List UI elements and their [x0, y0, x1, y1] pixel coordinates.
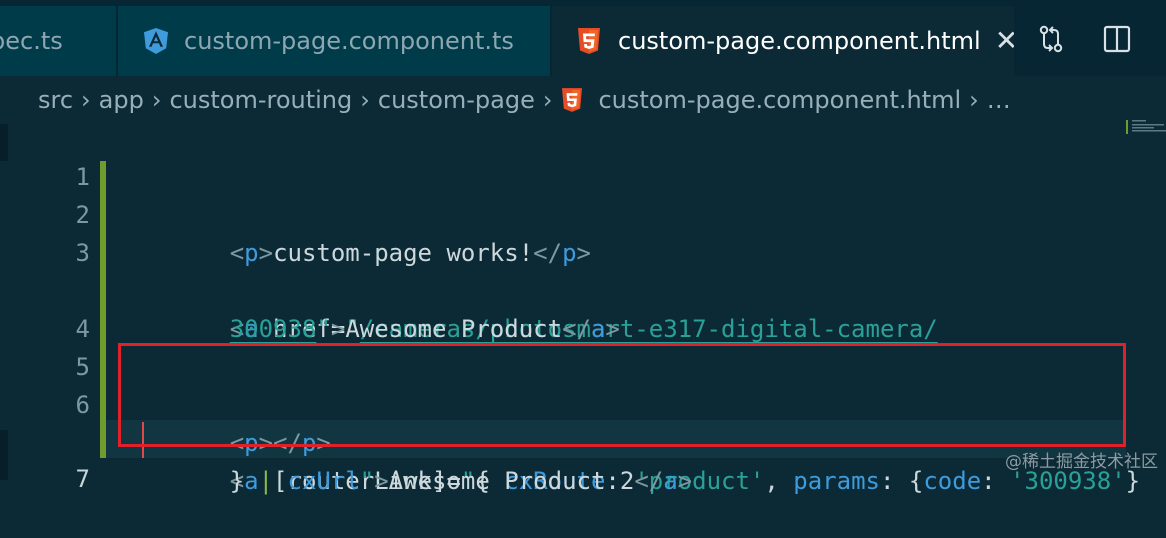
watermark: @稀土掘金技术社区 — [1005, 452, 1158, 472]
code-line: 2 — [0, 158, 1120, 229]
chevron-right-icon: › — [542, 86, 553, 114]
split-editor-icon[interactable] — [1102, 24, 1132, 54]
breadcrumb-item-app[interactable]: app — [99, 86, 144, 114]
pipe-operator: | — [258, 467, 274, 495]
breadcrumb-item-more[interactable]: … — [987, 86, 1011, 114]
tab-label: custom-page.component.html — [618, 27, 981, 55]
minimap[interactable] — [1126, 118, 1166, 138]
code-editor[interactable]: 1 <p>custom-page works!</p> 2 3 <a href=… — [0, 120, 1166, 495]
code-line: 1 <p>custom-page works!</p> — [0, 120, 1120, 267]
object-key: code — [923, 467, 982, 495]
tag-name: a — [663, 467, 678, 495]
tag-bracket: > — [374, 467, 389, 495]
tab-bar: pec.ts custom-page.component.ts custom-p… — [0, 0, 1166, 76]
pipe-name: cxUrl — [287, 467, 360, 495]
tab-component-ts[interactable]: custom-page.component.ts — [118, 6, 550, 76]
text-content: Awesome Product 2 — [388, 467, 635, 495]
annotation-highlight-box — [118, 343, 1126, 447]
chevron-right-icon: › — [360, 86, 370, 114]
tag-bracket: </ — [634, 467, 664, 495]
breadcrumb-item-custom-routing[interactable]: custom-routing — [169, 86, 352, 114]
chevron-right-icon: › — [151, 86, 162, 114]
html5-icon — [578, 28, 600, 54]
tab-label: pec.ts — [0, 27, 63, 55]
chevron-right-icon: › — [81, 86, 91, 114]
tab-label: custom-page.component.ts — [184, 27, 514, 55]
left-panel-edge — [0, 124, 8, 161]
comma: , — [764, 467, 794, 495]
code-line: 3 <a href="/cameras/photosmart-e317-digi… — [0, 196, 1120, 343]
code-line: 4 — [0, 272, 1120, 343]
breadcrumb: src › app › custom-routing › custom-page… — [0, 76, 1166, 124]
chevron-right-icon: › — [969, 86, 979, 114]
angular-icon — [144, 28, 168, 54]
object-key: params — [793, 467, 880, 495]
tab-spec-ts[interactable]: pec.ts — [0, 6, 116, 76]
breadcrumb-item-custom-page[interactable]: custom-page — [378, 86, 535, 114]
tab-component-html[interactable]: custom-page.component.html ✕ — [552, 6, 1014, 76]
line-number: 7 — [75, 465, 90, 493]
html5-icon — [562, 88, 583, 112]
string-quote: " — [359, 467, 375, 495]
close-icon[interactable]: ✕ — [995, 6, 1014, 76]
object-brace: } — [229, 467, 259, 495]
breadcrumb-item-src[interactable]: src — [38, 86, 73, 114]
breadcrumb-item-file[interactable]: custom-page.component.html — [598, 86, 961, 114]
tag-bracket: > — [677, 467, 693, 495]
colon: : { — [879, 467, 924, 495]
left-panel-edge — [0, 430, 8, 480]
git-compare-icon[interactable] — [1036, 24, 1066, 54]
code-line-wrapped: 300938">Awesome Product</a> — [0, 234, 1120, 343]
